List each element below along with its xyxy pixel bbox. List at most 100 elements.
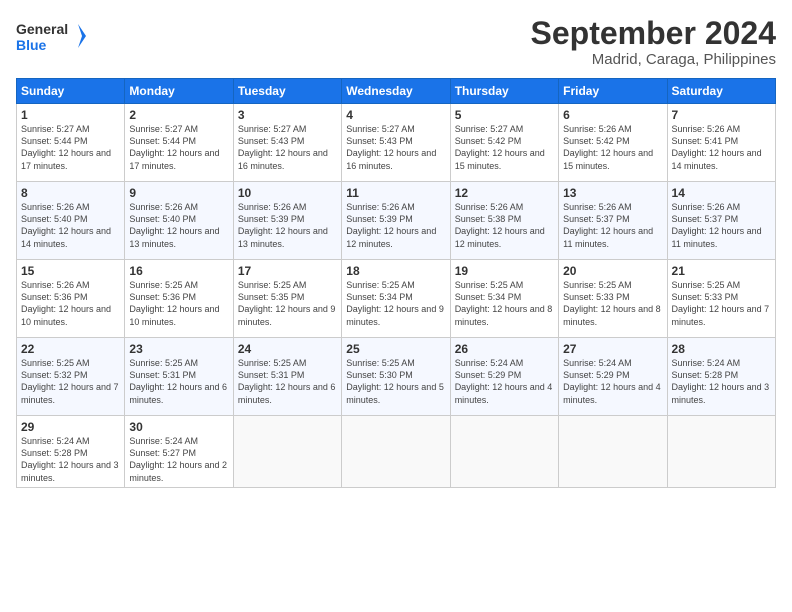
- day-info: Sunrise: 5:27 AMSunset: 5:44 PMDaylight:…: [129, 124, 219, 170]
- week-row-1: 1 Sunrise: 5:27 AMSunset: 5:44 PMDayligh…: [17, 104, 776, 182]
- day-number: 5: [455, 108, 554, 122]
- col-friday: Friday: [559, 79, 667, 104]
- week-row-2: 8 Sunrise: 5:26 AMSunset: 5:40 PMDayligh…: [17, 182, 776, 260]
- day-info: Sunrise: 5:24 AMSunset: 5:27 PMDaylight:…: [129, 436, 227, 482]
- col-tuesday: Tuesday: [233, 79, 341, 104]
- day-cell-22: 22 Sunrise: 5:25 AMSunset: 5:32 PMDaylig…: [17, 338, 125, 416]
- day-info: Sunrise: 5:24 AMSunset: 5:28 PMDaylight:…: [21, 436, 119, 482]
- svg-text:Blue: Blue: [16, 37, 47, 53]
- title-block: September 2024 Madrid, Caraga, Philippin…: [531, 16, 776, 68]
- calendar-table: Sunday Monday Tuesday Wednesday Thursday…: [16, 78, 776, 488]
- day-cell-29: 29 Sunrise: 5:24 AMSunset: 5:28 PMDaylig…: [17, 416, 125, 488]
- day-number: 21: [672, 264, 771, 278]
- day-cell-24: 24 Sunrise: 5:25 AMSunset: 5:31 PMDaylig…: [233, 338, 341, 416]
- logo-svg: General Blue: [16, 16, 86, 56]
- col-sunday: Sunday: [17, 79, 125, 104]
- day-number: 3: [238, 108, 337, 122]
- day-number: 17: [238, 264, 337, 278]
- day-cell-6: 6 Sunrise: 5:26 AMSunset: 5:42 PMDayligh…: [559, 104, 667, 182]
- day-number: 24: [238, 342, 337, 356]
- day-cell-23: 23 Sunrise: 5:25 AMSunset: 5:31 PMDaylig…: [125, 338, 233, 416]
- day-cell-30: 30 Sunrise: 5:24 AMSunset: 5:27 PMDaylig…: [125, 416, 233, 488]
- day-cell-27: 27 Sunrise: 5:24 AMSunset: 5:29 PMDaylig…: [559, 338, 667, 416]
- day-info: Sunrise: 5:26 AMSunset: 5:38 PMDaylight:…: [455, 202, 545, 248]
- day-number: 6: [563, 108, 662, 122]
- week-row-4: 22 Sunrise: 5:25 AMSunset: 5:32 PMDaylig…: [17, 338, 776, 416]
- day-info: Sunrise: 5:27 AMSunset: 5:43 PMDaylight:…: [346, 124, 436, 170]
- page-header: General Blue September 2024 Madrid, Cara…: [16, 16, 776, 68]
- day-number: 8: [21, 186, 120, 200]
- day-number: 4: [346, 108, 445, 122]
- day-number: 18: [346, 264, 445, 278]
- day-cell-13: 13 Sunrise: 5:26 AMSunset: 5:37 PMDaylig…: [559, 182, 667, 260]
- day-info: Sunrise: 5:25 AMSunset: 5:33 PMDaylight:…: [672, 280, 770, 326]
- day-cell-15: 15 Sunrise: 5:26 AMSunset: 5:36 PMDaylig…: [17, 260, 125, 338]
- day-number: 16: [129, 264, 228, 278]
- day-cell-17: 17 Sunrise: 5:25 AMSunset: 5:35 PMDaylig…: [233, 260, 341, 338]
- day-info: Sunrise: 5:25 AMSunset: 5:33 PMDaylight:…: [563, 280, 661, 326]
- day-info: Sunrise: 5:25 AMSunset: 5:31 PMDaylight:…: [129, 358, 227, 404]
- day-info: Sunrise: 5:25 AMSunset: 5:30 PMDaylight:…: [346, 358, 444, 404]
- day-number: 1: [21, 108, 120, 122]
- week-row-5: 29 Sunrise: 5:24 AMSunset: 5:28 PMDaylig…: [17, 416, 776, 488]
- day-cell-28: 28 Sunrise: 5:24 AMSunset: 5:28 PMDaylig…: [667, 338, 775, 416]
- empty-cell: [342, 416, 450, 488]
- col-wednesday: Wednesday: [342, 79, 450, 104]
- svg-text:General: General: [16, 21, 68, 37]
- day-number: 7: [672, 108, 771, 122]
- day-info: Sunrise: 5:25 AMSunset: 5:31 PMDaylight:…: [238, 358, 336, 404]
- day-info: Sunrise: 5:26 AMSunset: 5:40 PMDaylight:…: [21, 202, 111, 248]
- day-cell-7: 7 Sunrise: 5:26 AMSunset: 5:41 PMDayligh…: [667, 104, 775, 182]
- day-info: Sunrise: 5:26 AMSunset: 5:39 PMDaylight:…: [346, 202, 436, 248]
- empty-cell: [559, 416, 667, 488]
- day-number: 20: [563, 264, 662, 278]
- day-number: 10: [238, 186, 337, 200]
- day-cell-20: 20 Sunrise: 5:25 AMSunset: 5:33 PMDaylig…: [559, 260, 667, 338]
- day-number: 2: [129, 108, 228, 122]
- day-number: 26: [455, 342, 554, 356]
- day-cell-1: 1 Sunrise: 5:27 AMSunset: 5:44 PMDayligh…: [17, 104, 125, 182]
- header-row: Sunday Monday Tuesday Wednesday Thursday…: [17, 79, 776, 104]
- day-cell-5: 5 Sunrise: 5:27 AMSunset: 5:42 PMDayligh…: [450, 104, 558, 182]
- day-cell-12: 12 Sunrise: 5:26 AMSunset: 5:38 PMDaylig…: [450, 182, 558, 260]
- day-number: 28: [672, 342, 771, 356]
- day-cell-2: 2 Sunrise: 5:27 AMSunset: 5:44 PMDayligh…: [125, 104, 233, 182]
- empty-cell: [450, 416, 558, 488]
- day-number: 25: [346, 342, 445, 356]
- day-number: 27: [563, 342, 662, 356]
- day-cell-11: 11 Sunrise: 5:26 AMSunset: 5:39 PMDaylig…: [342, 182, 450, 260]
- month-title: September 2024: [531, 16, 776, 51]
- day-cell-26: 26 Sunrise: 5:24 AMSunset: 5:29 PMDaylig…: [450, 338, 558, 416]
- col-saturday: Saturday: [667, 79, 775, 104]
- day-info: Sunrise: 5:27 AMSunset: 5:42 PMDaylight:…: [455, 124, 545, 170]
- day-info: Sunrise: 5:24 AMSunset: 5:28 PMDaylight:…: [672, 358, 770, 404]
- day-info: Sunrise: 5:25 AMSunset: 5:35 PMDaylight:…: [238, 280, 336, 326]
- day-cell-16: 16 Sunrise: 5:25 AMSunset: 5:36 PMDaylig…: [125, 260, 233, 338]
- day-info: Sunrise: 5:26 AMSunset: 5:40 PMDaylight:…: [129, 202, 219, 248]
- day-cell-19: 19 Sunrise: 5:25 AMSunset: 5:34 PMDaylig…: [450, 260, 558, 338]
- day-info: Sunrise: 5:26 AMSunset: 5:41 PMDaylight:…: [672, 124, 762, 170]
- day-cell-18: 18 Sunrise: 5:25 AMSunset: 5:34 PMDaylig…: [342, 260, 450, 338]
- day-cell-21: 21 Sunrise: 5:25 AMSunset: 5:33 PMDaylig…: [667, 260, 775, 338]
- day-info: Sunrise: 5:25 AMSunset: 5:34 PMDaylight:…: [455, 280, 553, 326]
- day-number: 22: [21, 342, 120, 356]
- day-info: Sunrise: 5:25 AMSunset: 5:32 PMDaylight:…: [21, 358, 119, 404]
- day-number: 15: [21, 264, 120, 278]
- logo: General Blue: [16, 16, 86, 56]
- day-info: Sunrise: 5:27 AMSunset: 5:43 PMDaylight:…: [238, 124, 328, 170]
- day-number: 19: [455, 264, 554, 278]
- col-thursday: Thursday: [450, 79, 558, 104]
- empty-cell: [667, 416, 775, 488]
- day-number: 29: [21, 420, 120, 434]
- day-info: Sunrise: 5:25 AMSunset: 5:36 PMDaylight:…: [129, 280, 219, 326]
- day-info: Sunrise: 5:26 AMSunset: 5:37 PMDaylight:…: [563, 202, 653, 248]
- day-info: Sunrise: 5:24 AMSunset: 5:29 PMDaylight:…: [563, 358, 661, 404]
- day-info: Sunrise: 5:27 AMSunset: 5:44 PMDaylight:…: [21, 124, 111, 170]
- day-cell-4: 4 Sunrise: 5:27 AMSunset: 5:43 PMDayligh…: [342, 104, 450, 182]
- day-cell-9: 9 Sunrise: 5:26 AMSunset: 5:40 PMDayligh…: [125, 182, 233, 260]
- day-info: Sunrise: 5:26 AMSunset: 5:42 PMDaylight:…: [563, 124, 653, 170]
- day-number: 23: [129, 342, 228, 356]
- day-number: 13: [563, 186, 662, 200]
- day-number: 30: [129, 420, 228, 434]
- day-info: Sunrise: 5:26 AMSunset: 5:36 PMDaylight:…: [21, 280, 111, 326]
